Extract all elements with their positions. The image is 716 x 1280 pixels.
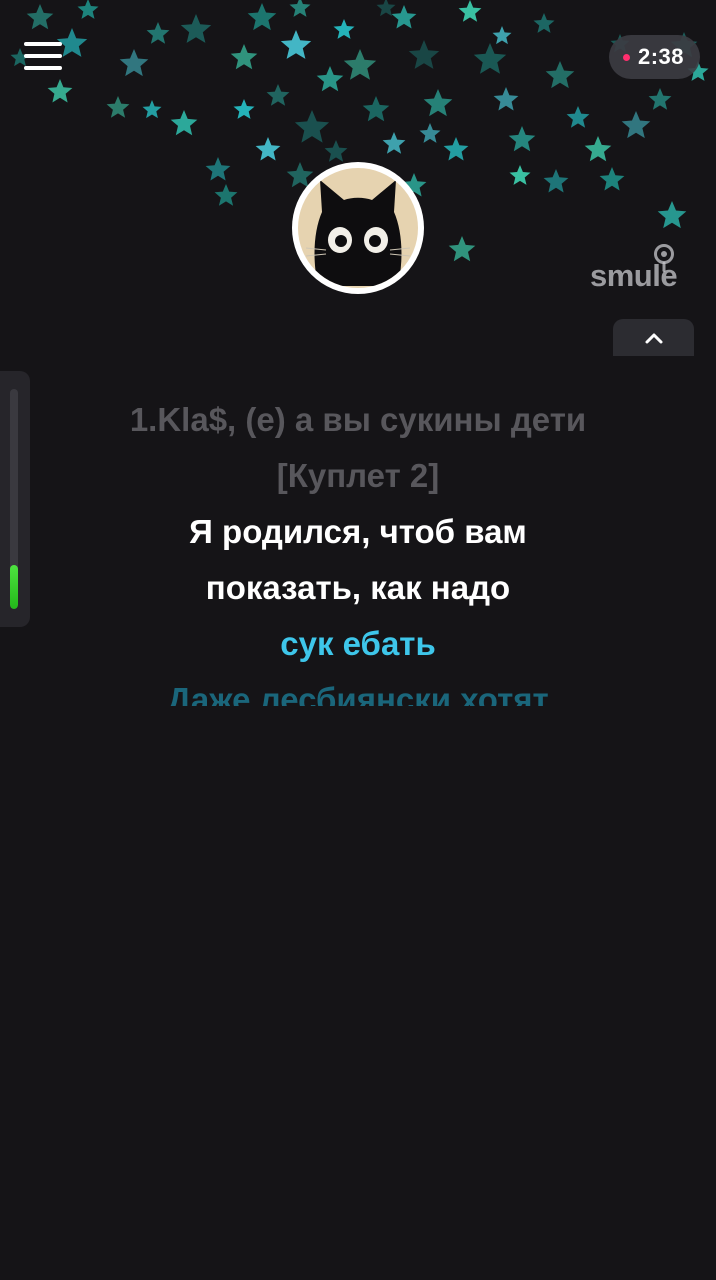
star-confetti xyxy=(543,169,569,193)
timer-pill: 2:38 xyxy=(608,35,700,79)
star-confetti xyxy=(492,26,512,45)
star-confetti xyxy=(170,110,198,136)
star-confetti xyxy=(230,44,258,70)
star-confetti xyxy=(26,4,54,30)
star-confetti xyxy=(458,0,482,22)
avatar[interactable] xyxy=(292,162,424,294)
timer-text: 2:38 xyxy=(637,44,684,69)
smule-logo: smule xyxy=(588,242,696,294)
star-confetti xyxy=(509,165,531,185)
star-confetti xyxy=(146,22,170,44)
star-confetti xyxy=(106,96,130,118)
star-confetti xyxy=(362,96,390,122)
star-confetti xyxy=(493,87,519,111)
menu-button[interactable] xyxy=(22,40,66,74)
recording-dot-icon xyxy=(622,53,630,61)
star-confetti xyxy=(214,184,238,206)
lyric-line-past: [Куплет 2] xyxy=(276,457,440,494)
star-confetti xyxy=(391,5,417,29)
star-confetti xyxy=(419,123,441,143)
chevron-up-icon xyxy=(645,333,662,343)
lyric-line-current: показать, как надо xyxy=(205,569,511,606)
star-confetti xyxy=(266,84,290,106)
star-confetti xyxy=(247,3,277,31)
star-confetti xyxy=(648,88,672,110)
star-confetti xyxy=(119,49,149,77)
star-confetti xyxy=(473,43,507,74)
star-confetti xyxy=(657,201,687,229)
collapse-lyrics-button[interactable] xyxy=(613,319,694,356)
star-confetti xyxy=(621,111,651,139)
star-confetti xyxy=(566,106,590,128)
star-confetti xyxy=(280,30,312,59)
star-confetti xyxy=(233,99,255,119)
lyric-line-active: сук ебать xyxy=(280,625,436,662)
lyrics-panel: 1.Kla$, (е) а вы сукины дети [Куплет 2] … xyxy=(40,392,676,706)
pitch-meter-track xyxy=(10,389,18,609)
lyric-line-past: 1.Kla$, (е) а вы сукины дети xyxy=(129,401,587,438)
star-confetti xyxy=(545,61,575,89)
star-confetti xyxy=(289,0,311,17)
pitch-meter-fill xyxy=(10,565,18,609)
pitch-meter xyxy=(0,371,30,627)
star-confetti xyxy=(294,110,330,143)
star-confetti xyxy=(333,19,355,39)
star-confetti xyxy=(77,0,99,19)
star-confetti xyxy=(376,0,396,17)
star-confetti xyxy=(408,40,440,69)
star-confetti xyxy=(205,157,231,181)
star-confetti xyxy=(324,140,348,162)
karaoke-screen: 2:38 smule 1.Kla$, (е) а вы сукины дети … xyxy=(0,0,716,1280)
star-confetti xyxy=(142,100,162,119)
star-confetti xyxy=(599,167,625,191)
star-confetti xyxy=(316,66,344,92)
star-confetti xyxy=(180,14,212,43)
star-confetti xyxy=(47,79,73,103)
star-confetti xyxy=(443,137,469,161)
star-confetti xyxy=(382,132,406,154)
star-confetti xyxy=(343,49,377,80)
star-confetti xyxy=(255,137,281,161)
star-confetti xyxy=(533,13,555,33)
star-confetti xyxy=(584,136,612,162)
lyric-line-next: Даже лесбиянски хотят xyxy=(167,681,549,706)
microphone-icon xyxy=(654,244,674,272)
cat-avatar-icon xyxy=(298,168,418,288)
star-confetti xyxy=(423,89,453,117)
star-confetti xyxy=(448,236,476,262)
star-confetti xyxy=(508,126,536,152)
lyric-line-current: Я родился, чтоб вам xyxy=(189,513,527,550)
